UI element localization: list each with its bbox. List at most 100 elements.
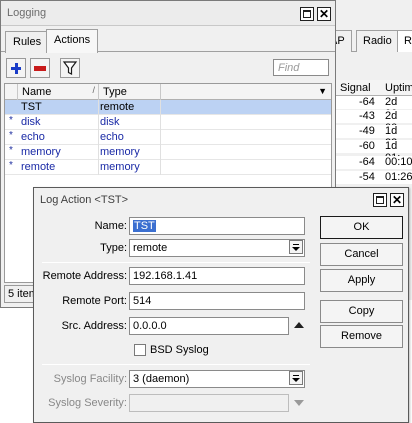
remote-port-label: Remote Port: bbox=[62, 295, 127, 307]
src-address-row: Src. Address: 0.0.0.0 bbox=[38, 317, 316, 335]
maximize-icon bbox=[376, 196, 384, 204]
column-divider bbox=[98, 130, 99, 145]
name-label: Name: bbox=[94, 220, 127, 232]
column-header-uptime[interactable]: Uptime bbox=[385, 82, 412, 94]
table-row[interactable]: -54 01:26: bbox=[331, 171, 412, 184]
table-row[interactable]: -642d 00: bbox=[331, 96, 412, 120]
log-action-dialog: Log Action <TST> ✕ Name: TST Type: remot… bbox=[33, 187, 409, 423]
type-label: Type: bbox=[100, 242, 127, 254]
column-divider bbox=[160, 100, 161, 115]
column-header-name-label: Name bbox=[22, 86, 52, 98]
find-input[interactable]: Find bbox=[273, 59, 329, 76]
dialog-maximize-button[interactable] bbox=[373, 193, 387, 207]
maximize-icon bbox=[303, 10, 311, 18]
filter-button[interactable] bbox=[60, 58, 80, 78]
type-row: Type: remote bbox=[38, 239, 316, 257]
column-header-name[interactable]: Name / bbox=[18, 84, 99, 100]
src-address-label: Src. Address: bbox=[61, 320, 127, 332]
dropdown-icon bbox=[293, 244, 299, 245]
table-row[interactable]: -601d 01: bbox=[331, 140, 412, 164]
maximize-button[interactable] bbox=[300, 7, 314, 21]
signal-cell: -54 bbox=[359, 171, 375, 183]
expand-arrow-icon bbox=[294, 400, 304, 406]
ok-button[interactable]: OK bbox=[320, 216, 403, 239]
add-button[interactable] bbox=[6, 58, 26, 78]
column-header-signal[interactable]: Signal bbox=[340, 82, 371, 94]
minus-icon bbox=[34, 66, 46, 71]
type-value: remote bbox=[133, 242, 168, 254]
remote-address-label: Remote Address: bbox=[42, 270, 127, 282]
name-field[interactable]: TST bbox=[129, 217, 305, 235]
bsd-syslog-checkbox[interactable] bbox=[134, 344, 146, 356]
dialog-title: Log Action <TST> bbox=[40, 194, 129, 206]
table-row[interactable]: -432d 00: bbox=[331, 110, 412, 134]
close-icon: ✕ bbox=[318, 7, 330, 21]
remove-button[interactable] bbox=[30, 58, 50, 78]
syslog-facility-label: Syslog Facility: bbox=[53, 373, 127, 385]
column-header-blank[interactable]: ▼ bbox=[161, 84, 331, 100]
tab-re[interactable]: Re bbox=[397, 30, 412, 52]
row-type: memory bbox=[100, 146, 140, 158]
table-header: Name / Type ▼ bbox=[5, 84, 331, 100]
column-header-type[interactable]: Type bbox=[99, 84, 161, 100]
signal-cell: -60 bbox=[359, 140, 375, 152]
logging-titlebar[interactable]: Logging ✕ bbox=[1, 1, 335, 26]
name-value: TST bbox=[133, 220, 156, 232]
apply-button[interactable]: Apply bbox=[320, 269, 403, 292]
filter-icon bbox=[62, 61, 78, 75]
table-row[interactable]: * remote memory bbox=[5, 160, 331, 175]
table-row[interactable]: * memory memory bbox=[5, 145, 331, 160]
column-divider bbox=[98, 115, 99, 130]
name-row: Name: TST bbox=[38, 217, 316, 235]
dialog-titlebar[interactable]: Log Action <TST> ✕ bbox=[34, 188, 408, 212]
row-flag: * bbox=[9, 160, 13, 171]
syslog-facility-dropdown-button[interactable] bbox=[289, 371, 303, 385]
tab-rules[interactable]: Rules bbox=[5, 31, 50, 53]
table-row[interactable]: -491d 23: bbox=[331, 125, 412, 149]
row-name: TST bbox=[21, 101, 42, 113]
logging-tabstrip: Rules Actions bbox=[1, 28, 335, 53]
signal-cell: -64 bbox=[359, 96, 375, 108]
close-button[interactable]: ✕ bbox=[317, 7, 331, 21]
row-name: disk bbox=[21, 116, 41, 128]
syslog-facility-value: 3 (daemon) bbox=[133, 373, 190, 385]
row-name: echo bbox=[21, 131, 45, 143]
dialog-close-button[interactable]: ✕ bbox=[390, 193, 404, 207]
copy-button[interactable]: Copy bbox=[320, 300, 403, 323]
type-dropdown-button[interactable] bbox=[289, 240, 303, 254]
status-count: 5 items bbox=[4, 285, 34, 303]
dropdown-arrow-icon bbox=[292, 247, 300, 251]
row-name: remote bbox=[21, 161, 56, 173]
plus-icon-stem bbox=[15, 63, 18, 74]
remote-address-field[interactable]: 192.168.1.41 bbox=[129, 267, 305, 285]
row-type: remote bbox=[100, 101, 135, 113]
remote-port-field[interactable]: 514 bbox=[129, 292, 305, 310]
divider bbox=[42, 364, 310, 365]
signal-cell: -64 bbox=[359, 156, 375, 168]
column-header-flag[interactable] bbox=[5, 84, 18, 100]
column-divider bbox=[160, 160, 161, 175]
divider bbox=[42, 262, 310, 263]
collapse-arrow-icon[interactable] bbox=[294, 322, 304, 328]
cancel-button[interactable]: Cancel bbox=[320, 243, 403, 266]
signal-cell: -43 bbox=[359, 110, 375, 122]
dialog-form: Name: TST Type: remote Remote Address: 1… bbox=[38, 212, 316, 422]
table-row[interactable]: * disk disk bbox=[5, 115, 331, 130]
column-divider bbox=[160, 115, 161, 130]
src-address-field[interactable]: 0.0.0.0 bbox=[129, 317, 289, 335]
bsd-syslog-row: BSD Syslog bbox=[38, 341, 316, 359]
row-name: memory bbox=[21, 146, 61, 158]
table-row[interactable]: TST remote bbox=[5, 100, 331, 115]
tab-actions[interactable]: Actions bbox=[46, 29, 99, 53]
table-row[interactable]: * echo echo bbox=[5, 130, 331, 145]
column-menu-icon[interactable]: ▼ bbox=[318, 86, 327, 96]
dropdown-icon bbox=[293, 375, 299, 376]
uptime-cell: 00:10: bbox=[385, 156, 412, 168]
syslog-severity-row: Syslog Severity: bbox=[38, 394, 316, 412]
row-flag: * bbox=[9, 115, 13, 126]
syslog-facility-select[interactable]: 3 (daemon) bbox=[129, 370, 305, 388]
type-select[interactable]: remote bbox=[129, 239, 305, 257]
table-row[interactable]: -64 00:10: bbox=[331, 156, 412, 169]
tab-radio[interactable]: Radio bbox=[356, 30, 399, 52]
remove-button[interactable]: Remove bbox=[320, 325, 403, 348]
